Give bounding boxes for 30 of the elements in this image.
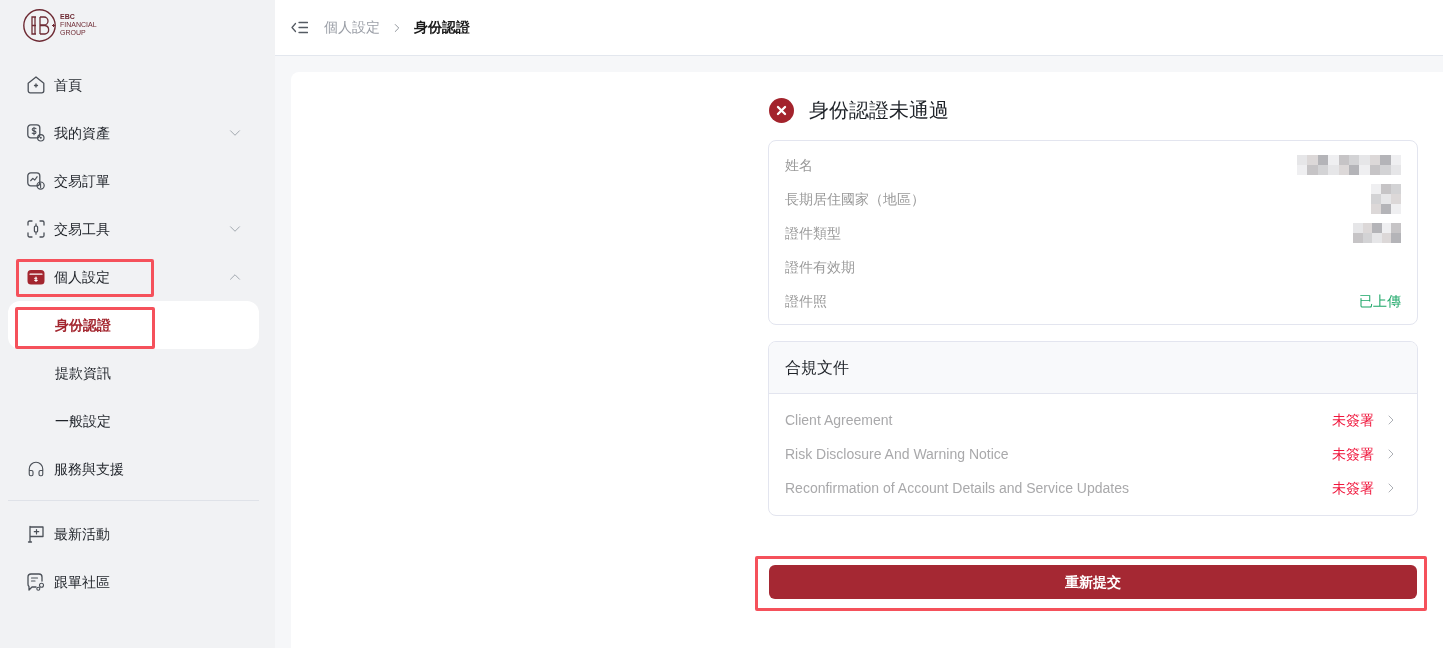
collapse-menu-icon xyxy=(291,21,308,34)
field-label: 證件照 xyxy=(785,291,827,311)
field-label: 證件類型 xyxy=(785,223,841,243)
document-name: Reconfirmation of Account Details and Service Updates xyxy=(785,478,1130,498)
resubmit-button[interactable]: 重新提交 xyxy=(769,565,1417,599)
sub-nav-item[interactable]: 身份認證 xyxy=(8,301,259,349)
sub-nav-item[interactable]: 一般設定 xyxy=(8,397,259,445)
collapse-menu-button[interactable] xyxy=(291,21,308,34)
logo-mark-icon xyxy=(23,9,56,42)
field-value: 已上傳 xyxy=(1359,291,1401,311)
document-name: Risk Disclosure And Warning Notice xyxy=(785,444,1010,464)
nav-item[interactable]: 交易工具 xyxy=(8,205,259,253)
sign-status: 未簽署 xyxy=(1332,478,1374,498)
nav-item[interactable]: 最新活動 xyxy=(8,510,259,558)
breadcrumb-item: 身份認證 xyxy=(414,18,470,37)
field-label: 姓名 xyxy=(785,155,813,175)
nav-item[interactable]: 個人設定 xyxy=(8,253,259,301)
nav-item[interactable]: 首頁 xyxy=(8,61,259,109)
nav-item[interactable]: 我的資產 xyxy=(8,109,259,157)
sign-status: 未簽署 xyxy=(1332,410,1374,430)
nav-item[interactable]: 跟單社區 xyxy=(8,558,259,606)
sign-status: 未簽署 xyxy=(1332,444,1374,464)
field-label: 證件有效期 xyxy=(785,257,855,277)
status-title: 身份認證未通過 xyxy=(809,98,949,123)
section-title: 合規文件 xyxy=(785,357,849,378)
field-label: 長期居住國家（地區） xyxy=(785,189,925,209)
sub-nav-item[interactable]: 提款資訊 xyxy=(8,349,259,397)
nav-item[interactable]: 交易訂單 xyxy=(8,157,259,205)
document-name: Client Agreement xyxy=(785,410,894,430)
nav-item[interactable]: 服務與支援 xyxy=(8,445,259,493)
